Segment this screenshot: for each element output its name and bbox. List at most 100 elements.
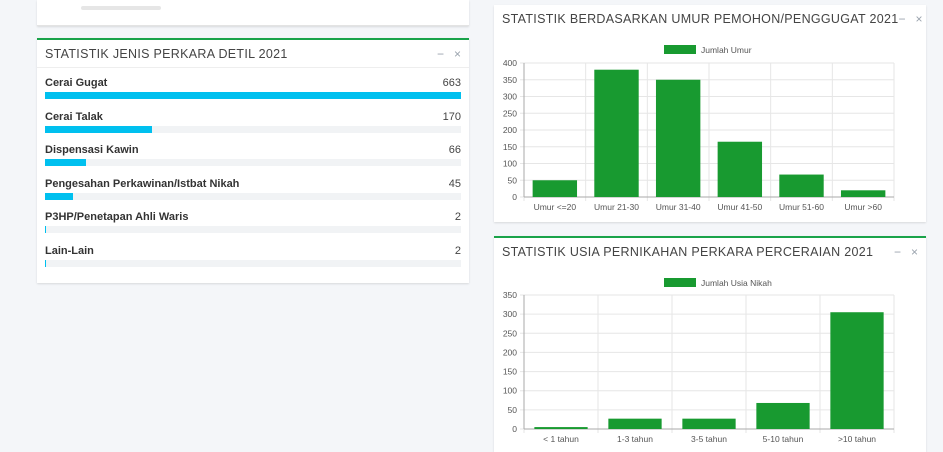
case-count: 170	[442, 110, 461, 123]
case-row: Lain-Lain 2	[45, 242, 461, 257]
progress-fill	[45, 192, 74, 200]
x-tick-label: Umur 51-60	[779, 202, 824, 212]
y-tick-label: 150	[503, 142, 517, 152]
bar	[717, 141, 763, 197]
y-tick-label: 250	[503, 328, 517, 338]
close-icon[interactable]: ×	[454, 48, 461, 60]
y-tick-label: 350	[503, 290, 517, 300]
close-icon[interactable]: ×	[916, 13, 923, 25]
age-stat-panel: STATISTIK BERDASARKAN UMUR PEMOHON/PENGG…	[494, 5, 926, 222]
previous-panel-footer	[37, 0, 469, 26]
y-tick-label: 200	[503, 347, 517, 357]
progress-fill	[45, 92, 461, 99]
progress-fill	[45, 259, 47, 267]
x-tick-label: Umur 31-40	[656, 202, 701, 212]
y-tick-label: 200	[503, 125, 517, 135]
case-item: Pengesahan Perkawinan/Istbat Nikah 45	[45, 175, 461, 209]
case-name: Dispensasi Kawin	[45, 144, 139, 156]
minimize-icon[interactable]: −	[894, 246, 901, 258]
x-tick-label: 1-3 tahun	[617, 434, 653, 444]
progress-fill	[45, 226, 47, 233]
case-item: Lain-Lain 2	[45, 242, 461, 276]
case-row: P3HP/Penetapan Ahli Waris 2	[45, 208, 461, 223]
y-tick-label: 350	[503, 75, 517, 85]
progress-track	[45, 192, 461, 200]
bar	[756, 402, 810, 429]
case-type-panel: STATISTIK JENIS PERKARA DETIL 2021 − × C…	[37, 38, 469, 283]
case-item: Cerai Gugat 663	[45, 74, 461, 108]
bar	[830, 312, 884, 429]
y-tick-label: 0	[512, 424, 517, 434]
y-tick-label: 0	[512, 192, 517, 202]
y-tick-label: 300	[503, 309, 517, 319]
progress-fill	[45, 159, 87, 166]
bar	[682, 418, 736, 429]
case-item: Dispensasi Kawin 66	[45, 141, 461, 175]
case-name: Lain-Lain	[45, 244, 94, 257]
case-count: 45	[448, 177, 461, 190]
case-count: 2	[454, 244, 461, 257]
close-icon[interactable]: ×	[911, 246, 918, 258]
x-tick-label: < 1 tahun	[543, 434, 579, 444]
x-tick-label: 5-10 tahun	[763, 434, 804, 444]
case-row: Cerai Talak 170	[45, 108, 461, 123]
bar	[534, 427, 588, 429]
minimize-icon[interactable]: −	[899, 13, 906, 25]
progress-track	[45, 226, 461, 233]
y-tick-label: 100	[503, 386, 517, 396]
y-tick-label: 250	[503, 108, 517, 118]
x-tick-label: 3-5 tahun	[691, 434, 727, 444]
bar	[608, 418, 662, 429]
bar	[532, 180, 578, 197]
x-tick-label: Umur <=20	[534, 202, 577, 212]
x-tick-label: Umur >60	[844, 202, 882, 212]
case-row: Cerai Gugat 663	[45, 74, 461, 89]
marriage-duration-panel-header: STATISTIK USIA PERNIKAHAN PERKARA PERCER…	[494, 238, 926, 266]
case-name: Cerai Gugat	[45, 77, 108, 89]
y-tick-label: 300	[503, 92, 517, 102]
legend-swatch	[664, 278, 696, 287]
y-tick-label: 150	[503, 367, 517, 377]
dashboard-page: STATISTIK JENIS PERKARA DETIL 2021 − × C…	[0, 0, 943, 452]
case-name: Cerai Talak	[45, 110, 103, 123]
progress-track	[45, 92, 461, 99]
progress-track	[45, 125, 461, 133]
marriage-duration-panel: STATISTIK USIA PERNIKAHAN PERKARA PERCER…	[494, 236, 926, 452]
legend-swatch	[664, 45, 696, 54]
case-count: 2	[454, 211, 461, 223]
progress-track	[45, 159, 461, 166]
case-count: 66	[448, 144, 461, 156]
y-tick-label: 100	[503, 159, 517, 169]
legend-label: Jumlah Usia Nikah	[701, 278, 772, 288]
bar	[594, 69, 639, 197]
bar	[779, 174, 824, 197]
progress-fill	[45, 125, 152, 133]
progress-track	[45, 259, 461, 267]
x-tick-label: Umur 41-50	[717, 202, 762, 212]
y-tick-label: 50	[508, 405, 518, 415]
marriage-duration-panel-title: STATISTIK USIA PERNIKAHAN PERKARA PERCER…	[502, 245, 874, 259]
age-stat-panel-title: STATISTIK BERDASARKAN UMUR PEMOHON/PENGG…	[502, 12, 899, 26]
legend-label: Jumlah Umur	[701, 45, 752, 55]
case-count: 663	[442, 77, 461, 89]
marriage-duration-bar-chart: Jumlah Usia Nikah 0 50 100 150 200 250 300 350 < …	[503, 278, 895, 444]
case-row: Pengesahan Perkawinan/Istbat Nikah 45	[45, 175, 461, 190]
case-type-panel-header: STATISTIK JENIS PERKARA DETIL 2021 − ×	[37, 40, 469, 68]
age-bar-chart: Jumlah Umur 0 50 100 150 200 250 300 350 400 Umur …	[503, 45, 895, 212]
case-item: Cerai Talak 170	[45, 108, 461, 142]
case-type-panel-title: STATISTIK JENIS PERKARA DETIL 2021	[45, 46, 288, 61]
case-name: P3HP/Penetapan Ahli Waris	[45, 211, 189, 223]
x-tick-label: Umur 21-30	[594, 202, 639, 212]
age-stat-panel-header: STATISTIK BERDASARKAN UMUR PEMOHON/PENGG…	[494, 5, 926, 33]
x-tick-label: >10 tahun	[838, 434, 876, 444]
cropped-text	[81, 6, 161, 10]
bar	[840, 190, 886, 197]
y-tick-label: 400	[503, 58, 517, 68]
minimize-icon[interactable]: −	[437, 48, 444, 60]
case-name: Pengesahan Perkawinan/Istbat Nikah	[45, 177, 240, 190]
case-item: P3HP/Penetapan Ahli Waris 2	[45, 208, 461, 242]
y-tick-label: 50	[508, 175, 518, 185]
bar	[655, 79, 701, 197]
case-list: Cerai Gugat 663 Cerai Talak 170 Dispensasi K…	[37, 68, 469, 275]
case-row: Dispensasi Kawin 66	[45, 141, 461, 156]
